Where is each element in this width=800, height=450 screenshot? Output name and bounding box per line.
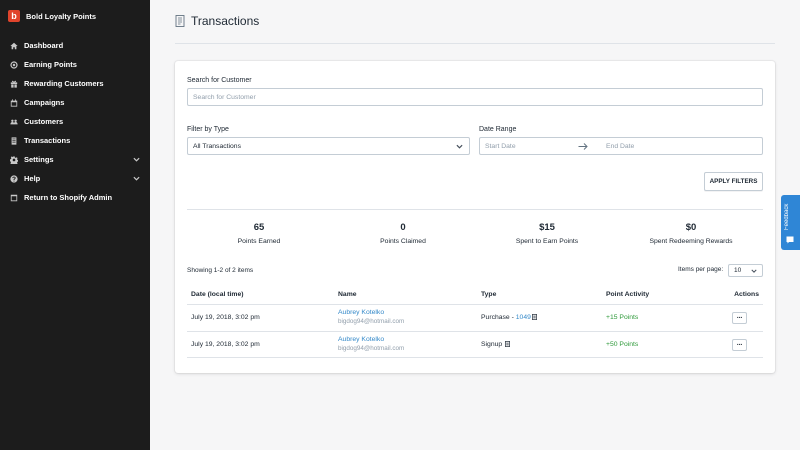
sidebar-item-label: Earning Points: [24, 60, 77, 69]
feedback-tab[interactable]: Feedback: [781, 195, 800, 250]
sidebar-item-label: Transactions: [24, 136, 71, 145]
sidebar-item-customers[interactable]: Customers: [0, 112, 150, 131]
filter-type-label: Filter by Type: [187, 126, 229, 133]
transactions-card: Search for Customer Search for Customer …: [175, 61, 775, 373]
row-type: Purchase - 1049: [481, 314, 537, 321]
receipt-icon: [175, 14, 185, 27]
brand-name: Bold Loyalty Points: [26, 11, 97, 21]
gift-icon: [10, 80, 18, 88]
customer-email: bigdog94@hotmail.com: [338, 345, 405, 352]
page-header: Transactions: [175, 14, 775, 44]
table-row: July 19, 2018, 3:02 pm Aubrey Kotelko bi…: [187, 304, 763, 330]
document-icon: [505, 341, 511, 347]
gear-icon: [10, 155, 18, 164]
type-label: Signup: [481, 341, 503, 348]
filter-type-select[interactable]: All Transactions: [187, 137, 470, 155]
chevron-down-icon[interactable]: [133, 175, 140, 182]
sidebar-item-label: Customers: [24, 117, 64, 126]
filter-type-value: All Transactions: [193, 142, 241, 150]
column-header-actions: Actions: [734, 291, 759, 298]
stat-points-claimed: 0 Points Claimed: [331, 222, 475, 245]
column-header-point-activity[interactable]: Point Activity: [606, 291, 649, 298]
search-label: Search for Customer: [187, 77, 252, 84]
stat-label: Spent to Earn Points: [515, 238, 579, 245]
column-header-type[interactable]: Type: [481, 291, 496, 298]
chevron-down-icon[interactable]: [133, 156, 140, 163]
date-range-label: Date Range: [479, 126, 517, 133]
stat-value: 65: [253, 222, 265, 233]
sidebar-item-dashboard[interactable]: Dashboard: [0, 36, 150, 55]
column-header-date[interactable]: Date (local time): [191, 291, 244, 298]
sidebar-item-settings[interactable]: Settings: [0, 150, 150, 169]
row-actions-button[interactable]: ···: [732, 339, 747, 351]
sidebar-item-label: Dashboard: [24, 41, 64, 50]
help-icon: [10, 174, 18, 183]
row-actions-button[interactable]: ···: [732, 312, 747, 324]
stat-points-earned: 65 Points Earned: [187, 222, 331, 245]
type-label: Purchase -: [481, 314, 516, 321]
search-placeholder: Search for Customer: [193, 93, 256, 101]
users-icon: [10, 118, 18, 126]
table-bottom-border: [187, 357, 763, 358]
row-type: Signup: [481, 341, 511, 348]
sidebar-item-return-to-shopify-admin[interactable]: Return to Shopify Admin: [0, 188, 150, 207]
sidebar-item-campaigns[interactable]: Campaigns: [0, 93, 150, 112]
page-title: Transactions: [191, 13, 260, 28]
customer-name-link[interactable]: Aubrey Kotelko: [338, 309, 384, 316]
calendar-icon: [10, 98, 18, 107]
exit-icon: [10, 194, 18, 202]
pagination-summary: Showing 1-2 of 2 items: [187, 267, 254, 274]
target-icon: [10, 60, 18, 69]
brand[interactable]: b Bold Loyalty Points: [0, 0, 150, 32]
chevron-down-icon: [456, 143, 463, 150]
items-per-page-select[interactable]: 10: [728, 264, 763, 277]
sidebar-item-label: Settings: [24, 155, 54, 164]
sidebar-nav: Dashboard Earning Points Rewarding Custo…: [0, 36, 150, 207]
row-date: July 19, 2018, 3:02 pm: [191, 314, 260, 321]
home-icon: [10, 42, 18, 50]
customer-email: bigdog94@hotmail.com: [338, 318, 405, 325]
sidebar-item-label: Help: [24, 174, 41, 183]
customer-name-link[interactable]: Aubrey Kotelko: [338, 336, 384, 343]
column-header-name[interactable]: Name: [338, 291, 357, 298]
table-row: July 19, 2018, 3:02 pm Aubrey Kotelko bi…: [187, 331, 763, 357]
chat-icon: [786, 236, 794, 244]
stat-label: Spent Redeeming Rewards: [649, 238, 733, 245]
sidebar-item-help[interactable]: Help: [0, 169, 150, 188]
items-per-page-value: 10: [734, 267, 742, 274]
row-customer: Aubrey Kotelko bigdog94@hotmail.com: [338, 336, 404, 352]
stat-spent-redeeming: $0 Spent Redeeming Rewards: [619, 222, 763, 245]
apply-filters-button[interactable]: APPLY FILTERS: [704, 172, 763, 191]
divider: [187, 209, 763, 210]
sidebar: b Bold Loyalty Points Dashboard Earning …: [0, 0, 150, 450]
document-icon: [531, 314, 537, 320]
feedback-label: Feedback: [784, 203, 790, 231]
receipt-icon: [10, 136, 18, 145]
start-date-input[interactable]: Start Date: [485, 143, 516, 150]
brand-logo: b: [8, 10, 20, 22]
stat-spent-to-earn: $15 Spent to Earn Points: [475, 222, 619, 245]
sidebar-item-label: Return to Shopify Admin: [24, 193, 113, 202]
sidebar-item-label: Campaigns: [24, 98, 65, 107]
sidebar-item-earning-points[interactable]: Earning Points: [0, 55, 150, 74]
row-points: +15 Points: [606, 314, 639, 321]
sidebar-item-label: Rewarding Customers: [24, 79, 104, 88]
search-input[interactable]: Search for Customer: [187, 88, 763, 106]
items-per-page-label: Items per page:: [678, 266, 724, 273]
stat-value: 0: [400, 222, 406, 233]
row-date: July 19, 2018, 3:02 pm: [191, 341, 260, 348]
stat-value: $0: [685, 222, 697, 233]
sidebar-item-rewarding-customers[interactable]: Rewarding Customers: [0, 74, 150, 93]
row-points: +50 Points: [606, 341, 639, 348]
sidebar-item-transactions[interactable]: Transactions: [0, 131, 150, 150]
row-customer: Aubrey Kotelko bigdog94@hotmail.com: [338, 309, 404, 325]
order-link[interactable]: 1049: [516, 314, 531, 321]
stat-label: Points Earned: [237, 238, 281, 245]
chevron-down-icon: [751, 268, 757, 274]
stat-value: $15: [539, 222, 555, 233]
end-date-input[interactable]: End Date: [606, 143, 634, 150]
date-range-field: Start Date End Date: [479, 137, 763, 155]
arrow-right-icon: [578, 142, 588, 151]
stat-label: Points Claimed: [380, 238, 426, 245]
